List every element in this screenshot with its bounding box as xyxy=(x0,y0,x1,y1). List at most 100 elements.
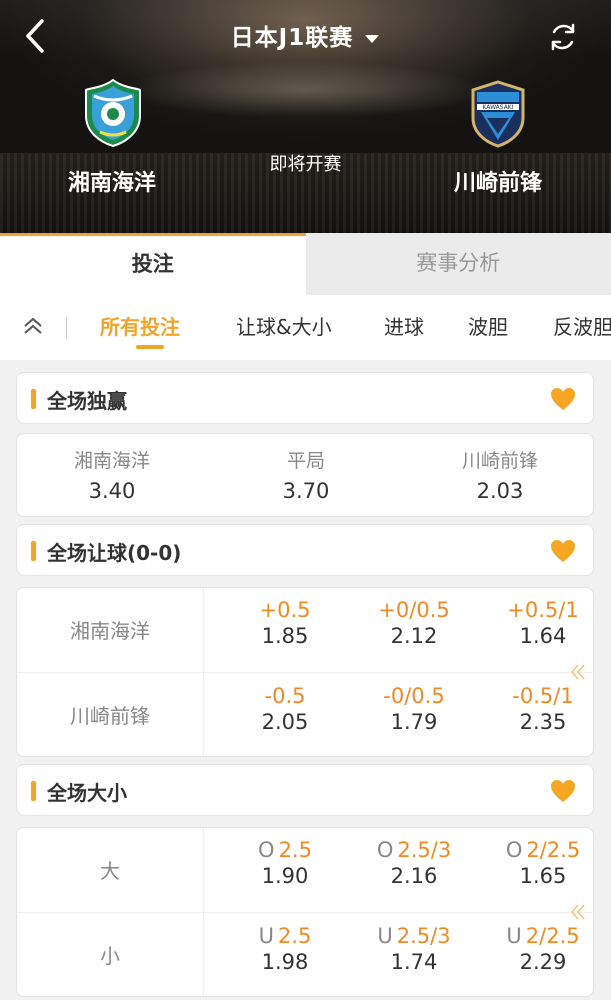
match-winner-card: 湘南海洋 3.40 平局 3.70 川崎前锋 2.03 xyxy=(16,433,594,517)
option-odds: 3.40 xyxy=(88,479,136,503)
column-divider xyxy=(203,588,204,758)
totals-line: O 2.5 xyxy=(221,838,349,862)
totals-odds: 1.65 xyxy=(519,864,567,888)
home-team-logo xyxy=(80,78,146,148)
totals-odds: 1.90 xyxy=(261,864,309,888)
heart-icon[interactable] xyxy=(549,538,577,564)
totals-line: O 2/2.5 xyxy=(479,838,607,862)
tab-all-bets[interactable]: 所有投注 xyxy=(100,311,180,340)
option-label: 平局 xyxy=(286,450,325,472)
section-match-winner[interactable]: 全场独赢 xyxy=(16,372,594,424)
row-label-away: 川崎前锋 xyxy=(70,704,150,728)
home-crest-icon xyxy=(85,78,141,148)
handicap-line: +0/0.5 xyxy=(378,598,450,622)
totals-line: U 2/2.5 xyxy=(479,924,607,948)
handicap-card: 湘南海洋 +0.5 1.85 +0/0.5 2.12 +0.5/1 1.64 川… xyxy=(16,587,595,758)
handicap-odds: 1.64 xyxy=(519,624,567,648)
handicap-line: -0.5/1 xyxy=(512,684,574,708)
handicap-away-line-2[interactable]: -0/0.5 1.79 xyxy=(350,684,478,734)
away-team-name: 川崎前锋 xyxy=(453,171,542,196)
collapse-button[interactable] xyxy=(20,313,46,339)
tab-handicap-totals[interactable]: 让球&大小 xyxy=(236,311,332,340)
totals-under-line-1[interactable]: U 2.5 1.98 xyxy=(221,924,349,974)
line-value: 2.5/3 xyxy=(396,924,451,948)
over-prefix: O xyxy=(505,838,523,862)
section-accent-bar xyxy=(31,541,36,561)
league-selector[interactable]: 日本J1联赛 xyxy=(0,18,611,52)
row-label-under: 小 xyxy=(100,944,120,968)
away-logo-text: KAWASAKI xyxy=(482,104,513,111)
under-prefix: U xyxy=(258,924,274,948)
option-odds: 3.70 xyxy=(282,479,330,503)
row-divider xyxy=(17,672,595,673)
handicap-home-line-2[interactable]: +0/0.5 2.12 xyxy=(350,598,478,648)
totals-line: U 2.5 xyxy=(221,924,349,948)
handicap-away-line-1[interactable]: -0.5 2.05 xyxy=(221,684,349,734)
double-chevron-up-icon xyxy=(24,317,42,334)
option-label: 川崎前锋 xyxy=(461,450,538,472)
handicap-line: +0.5/1 xyxy=(507,598,579,622)
double-chevron-left-icon[interactable] xyxy=(569,662,587,682)
main-tabs: 投注 赛事分析 xyxy=(0,233,611,295)
handicap-home-line-3[interactable]: +0.5/1 1.64 xyxy=(479,598,607,648)
double-chevron-left-icon[interactable] xyxy=(569,902,587,922)
row-divider xyxy=(17,912,595,913)
odds-draw[interactable]: 平局 3.70 xyxy=(211,434,401,516)
under-prefix: U xyxy=(377,924,393,948)
handicap-odds: 2.12 xyxy=(390,624,438,648)
line-value: 2.5 xyxy=(277,924,312,948)
active-tab-indicator xyxy=(136,345,164,349)
sub-tab-divider xyxy=(66,317,67,339)
column-divider xyxy=(203,828,204,998)
away-crest-icon: KAWASAKI xyxy=(471,80,525,148)
line-value: 2.5 xyxy=(278,838,312,862)
section-title: 全场让球(0-0) xyxy=(47,541,182,565)
bet-type-tabs: 所有投注 让球&大小 进球 波胆 反波胆 xyxy=(0,295,611,360)
refresh-icon xyxy=(551,23,575,51)
handicap-line: +0.5 xyxy=(259,598,311,622)
tab-match-analysis[interactable]: 赛事分析 xyxy=(305,233,611,295)
section-totals[interactable]: 全场大小 xyxy=(16,764,594,816)
heart-icon[interactable] xyxy=(549,778,577,804)
tab-betting[interactable]: 投注 xyxy=(0,233,306,295)
handicap-home-line-1[interactable]: +0.5 1.85 xyxy=(221,598,349,648)
totals-line: U 2.5/3 xyxy=(350,924,478,948)
totals-under-line-3[interactable]: U 2/2.5 2.29 xyxy=(479,924,607,974)
option-label: 湘南海洋 xyxy=(73,450,150,472)
odds-away-win[interactable]: 川崎前锋 2.03 xyxy=(405,434,595,516)
over-prefix: O xyxy=(258,838,275,862)
section-accent-bar xyxy=(31,781,36,801)
option-odds: 2.03 xyxy=(476,479,524,503)
totals-over-line-1[interactable]: O 2.5 1.90 xyxy=(221,838,349,888)
handicap-away-line-3[interactable]: -0.5/1 2.35 xyxy=(479,684,607,734)
away-team-logo: KAWASAKI xyxy=(465,78,531,148)
totals-over-line-3[interactable]: O 2/2.5 1.65 xyxy=(479,838,607,888)
totals-odds: 2.29 xyxy=(519,950,567,974)
heart-icon[interactable] xyxy=(549,386,577,412)
totals-odds: 1.74 xyxy=(390,950,438,974)
row-label-over: 大 xyxy=(100,859,120,883)
handicap-odds: 2.35 xyxy=(519,710,567,734)
refresh-button[interactable] xyxy=(546,20,580,54)
over-prefix: O xyxy=(376,838,394,862)
totals-odds: 1.98 xyxy=(261,950,309,974)
league-title[interactable]: 日本J1联赛 xyxy=(231,25,354,51)
section-accent-bar xyxy=(31,389,36,409)
totals-line: O 2.5/3 xyxy=(350,838,478,862)
totals-under-line-2[interactable]: U 2.5/3 1.74 xyxy=(350,924,478,974)
odds-home-win[interactable]: 湘南海洋 3.40 xyxy=(17,434,207,516)
line-value: 2/2.5 xyxy=(526,838,581,862)
caret-down-icon xyxy=(365,34,380,43)
section-handicap[interactable]: 全场让球(0-0) xyxy=(16,524,594,576)
tab-anti-correct-score[interactable]: 反波胆 xyxy=(553,311,611,340)
line-value: 2.5/3 xyxy=(397,838,452,862)
totals-over-line-2[interactable]: O 2.5/3 2.16 xyxy=(350,838,478,888)
under-prefix: U xyxy=(506,924,522,948)
line-value: 2/2.5 xyxy=(525,924,580,948)
tab-goals[interactable]: 进球 xyxy=(384,311,424,340)
section-title: 全场独赢 xyxy=(47,389,127,413)
handicap-odds: 1.85 xyxy=(261,624,309,648)
tab-correct-score[interactable]: 波胆 xyxy=(468,311,508,340)
match-header: 日本J1联赛 KAWASAKI 湘南海洋 即将开赛 川崎前锋 xyxy=(0,0,611,233)
handicap-line: -0/0.5 xyxy=(383,684,445,708)
